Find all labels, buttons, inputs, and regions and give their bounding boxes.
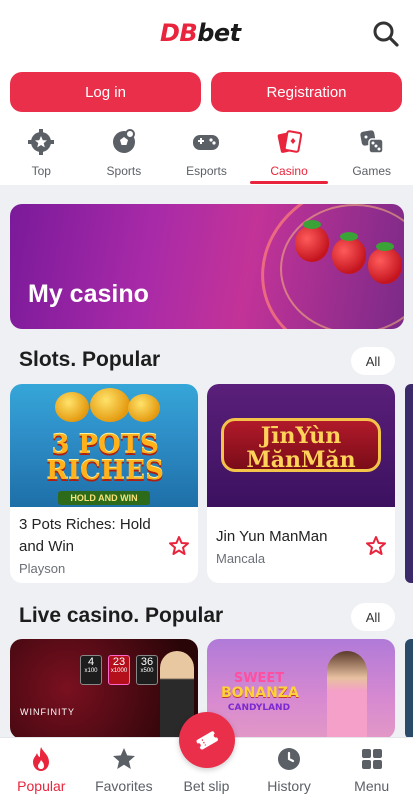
tab-games[interactable]: Games — [330, 124, 413, 184]
my-casino-banner[interactable]: My casino — [10, 204, 404, 329]
nav-label: Favorites — [95, 778, 153, 794]
tab-label: Esports — [186, 164, 227, 178]
gamepad-icon — [191, 127, 221, 157]
playing-cards-icon — [274, 127, 304, 157]
tab-label: Casino — [270, 164, 308, 178]
tab-sports[interactable]: Sports — [83, 124, 166, 184]
grid-menu-icon — [359, 746, 385, 772]
bet-slip-button[interactable] — [179, 712, 235, 768]
next-card-peek[interactable] — [405, 384, 413, 583]
game-card-3-pots-riches[interactable]: 3 POTS RICHES HOLD AND WIN 3 Pots Riches… — [10, 384, 198, 583]
game-name: 3 Pots Riches: Hold and Win — [19, 516, 151, 555]
tab-label: Top — [31, 164, 51, 178]
gear-star-icon — [26, 127, 56, 157]
clock-icon — [276, 746, 302, 772]
game-thumbnail: 3 POTS RICHES HOLD AND WIN — [10, 384, 198, 507]
game-art-tag: HOLD AND WIN — [58, 491, 150, 505]
gold-coins-decoration — [55, 392, 89, 422]
chip-multiplier: x100 — [84, 668, 98, 674]
live-casino-all-button[interactable]: All — [351, 603, 395, 631]
dealer-figure — [327, 651, 367, 739]
slots-all-button[interactable]: All — [351, 347, 395, 375]
number-chip: 36 x500 — [136, 655, 158, 685]
game-brand: WINFINITY — [20, 707, 75, 717]
game-art-title-line: 3 POTS — [51, 430, 159, 460]
flame-icon — [28, 746, 54, 772]
chip-multiplier: x1000 — [110, 668, 128, 674]
tab-top[interactable]: Top — [0, 124, 83, 184]
game-thumbnail: 4 x100 23 x1000 36 x500 WINFINITY — [10, 639, 198, 739]
login-button[interactable]: Log in — [10, 72, 201, 112]
game-thumbnail: SWEET BONANZA CANDYLAND — [207, 639, 395, 739]
nav-label: Menu — [354, 778, 390, 794]
app-header: DBbet Log in Registration Top Sports Esp… — [0, 0, 413, 185]
favorite-star-icon[interactable] — [168, 535, 190, 557]
category-tabs: Top Sports Esports Casino Games — [0, 124, 413, 184]
game-card-jin-yun-manman[interactable]: JīnYùn MănMăn Jin Yun ManMan Mancala — [207, 384, 395, 583]
game-name: Jin Yun ManMan — [216, 528, 328, 545]
game-art-title-line: MănMăn — [246, 447, 356, 473]
game-provider: Mancala — [216, 551, 266, 566]
gold-coins-decoration — [128, 394, 160, 422]
section-title-live-casino: Live casino. Popular — [19, 604, 224, 627]
strawberry-icon — [295, 220, 329, 262]
game-art-title-line: RICHES — [46, 456, 164, 486]
nav-menu[interactable]: Menu — [330, 738, 413, 800]
nav-label: Bet slip — [183, 778, 230, 794]
chip-number: 23 — [112, 656, 126, 668]
nav-label: History — [267, 778, 311, 794]
dbbet-logo[interactable]: DBbet — [160, 19, 241, 47]
game-provider: Playson — [19, 561, 66, 576]
game-card-sweet-bonanza-candyland[interactable]: SWEET BONANZA CANDYLAND — [207, 639, 395, 739]
tab-label: Sports — [106, 164, 142, 178]
search-icon[interactable] — [372, 20, 400, 48]
soccer-ball-icon — [109, 127, 139, 157]
section-title-slots: Slots. Popular — [19, 348, 161, 371]
nav-popular[interactable]: Popular — [0, 738, 83, 800]
chip-row: 4 x100 23 x1000 36 x500 — [80, 655, 158, 685]
banner-title: My casino — [28, 280, 149, 308]
game-card-winfinity[interactable]: 4 x100 23 x1000 36 x500 WINFINITY — [10, 639, 198, 739]
game-art-title: SWEET BONANZA CANDYLAND — [221, 671, 299, 716]
tab-label: Games — [352, 164, 392, 178]
next-card-peek[interactable] — [405, 639, 413, 739]
number-chip: 23 x1000 — [108, 655, 130, 685]
game-art-title-line: CANDYLAND — [227, 703, 291, 713]
nav-label: Popular — [17, 778, 66, 794]
game-thumbnail: JīnYùn MănMăn — [207, 384, 395, 507]
strawberry-icon — [368, 242, 402, 284]
tab-casino[interactable]: Casino — [248, 124, 331, 184]
game-art-title: 3 POTS RICHES — [30, 432, 180, 484]
ticket-icon — [196, 731, 219, 750]
number-chip: 4 x100 — [80, 655, 102, 685]
tab-esports[interactable]: Esports — [165, 124, 248, 184]
nav-history[interactable]: History — [248, 738, 331, 800]
nav-favorites[interactable]: Favorites — [83, 738, 166, 800]
chip-multiplier: x500 — [140, 668, 154, 674]
strawberry-icon — [332, 232, 366, 274]
chip-number: 4 — [87, 656, 95, 668]
star-icon — [111, 746, 137, 772]
game-art-title-line: BONANZA — [221, 685, 299, 701]
gold-coins-decoration — [90, 388, 130, 422]
game-art-title-line: JīnYùn — [260, 423, 342, 449]
dice-icon — [357, 127, 387, 157]
favorite-star-icon[interactable] — [365, 535, 387, 557]
logo-text-db: DB — [160, 19, 198, 47]
logo-text-bet: bet — [197, 19, 241, 47]
chip-number: 36 — [140, 656, 154, 668]
game-art-title-line: SWEET — [233, 671, 285, 686]
game-art-title: JīnYùn MănMăn — [221, 418, 381, 472]
registration-button[interactable]: Registration — [211, 72, 402, 112]
